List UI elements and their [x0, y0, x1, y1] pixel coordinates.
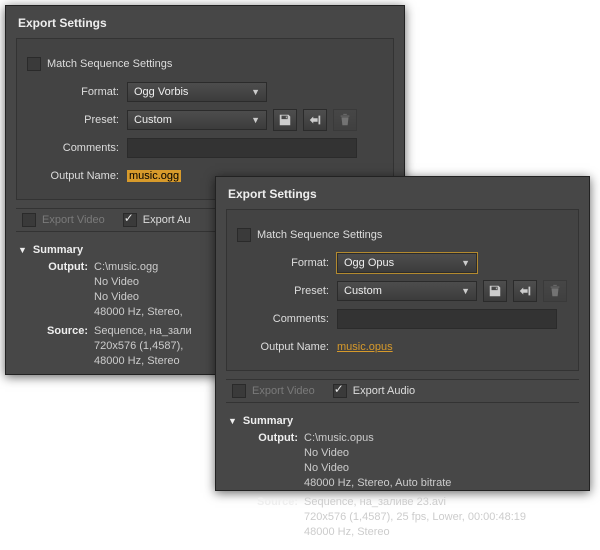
format-label: Format:: [237, 257, 337, 269]
import-icon: [308, 113, 322, 127]
export-audio-checkbox[interactable]: Export Audio: [333, 384, 415, 398]
comments-input[interactable]: [337, 309, 557, 329]
checkbox-checked-icon: [333, 384, 347, 398]
summary-source-key: Source:: [246, 495, 298, 510]
checkbox-icon: [27, 57, 41, 71]
format-value: Ogg Opus: [344, 257, 394, 269]
triangle-down-icon: ▼: [228, 416, 237, 426]
settings-group: Match Sequence Settings Format: Ogg Opus…: [226, 209, 579, 371]
export-audio-checkbox[interactable]: Export Au: [123, 213, 191, 227]
save-icon: [278, 113, 292, 127]
summary-output-line: No Video: [246, 461, 577, 476]
export-av-row: Export Video Export Audio: [226, 379, 579, 403]
comments-input[interactable]: [127, 138, 357, 158]
format-dropdown[interactable]: Ogg Vorbis ▼: [127, 82, 267, 102]
output-name-label: Output Name:: [237, 341, 337, 353]
preset-label: Preset:: [27, 114, 127, 126]
match-sequence-label: Match Sequence Settings: [47, 58, 172, 70]
comments-label: Comments:: [27, 142, 127, 154]
match-sequence-checkbox[interactable]: Match Sequence Settings: [237, 228, 382, 242]
summary-output-line: C:\music.ogg: [94, 261, 158, 273]
comments-label: Comments:: [237, 313, 337, 325]
export-video-checkbox: Export Video: [232, 384, 315, 398]
summary-source-key: Source:: [36, 324, 88, 339]
trash-icon: [338, 113, 352, 127]
preset-label: Preset:: [237, 285, 337, 297]
preset-dropdown[interactable]: Custom ▼: [337, 281, 477, 301]
checkbox-checked-icon: [123, 213, 137, 227]
output-name-link[interactable]: music.ogg: [127, 170, 181, 182]
output-name-link[interactable]: music.opus: [337, 341, 393, 353]
import-icon: [518, 284, 532, 298]
summary-header[interactable]: ▼ Summary: [216, 409, 589, 429]
summary-body: Output: C:\music.opus No Video No Video 4…: [216, 429, 589, 550]
summary-source-line: 48000 Hz, Stereo: [246, 525, 577, 540]
import-preset-button[interactable]: [303, 109, 327, 131]
summary-output-key: Output:: [246, 431, 298, 446]
panel-title: Export Settings: [6, 6, 404, 36]
chevron-down-icon: ▼: [251, 87, 260, 97]
export-settings-panel-2: Export Settings Match Sequence Settings …: [215, 176, 590, 491]
delete-preset-button[interactable]: [333, 109, 357, 131]
format-dropdown[interactable]: Ogg Opus ▼: [337, 253, 477, 273]
checkbox-icon: [232, 384, 246, 398]
format-value: Ogg Vorbis: [134, 86, 188, 98]
chevron-down-icon: ▼: [461, 258, 470, 268]
export-audio-label: Export Audio: [353, 385, 415, 397]
match-sequence-label: Match Sequence Settings: [257, 229, 382, 241]
summary-source-line: Sequence, на_заливе 23.avi: [304, 496, 446, 508]
save-preset-button[interactable]: [483, 280, 507, 302]
save-preset-button[interactable]: [273, 109, 297, 131]
summary-source-line: 720x576 (1,4587), 25 fps, Lower, 00:00:4…: [246, 510, 577, 525]
format-label: Format:: [27, 86, 127, 98]
export-video-label: Export Video: [42, 214, 105, 226]
summary-label: Summary: [33, 244, 83, 256]
delete-preset-button[interactable]: [543, 280, 567, 302]
checkbox-icon: [237, 228, 251, 242]
import-preset-button[interactable]: [513, 280, 537, 302]
chevron-down-icon: ▼: [251, 115, 260, 125]
preset-dropdown[interactable]: Custom ▼: [127, 110, 267, 130]
preset-value: Custom: [134, 114, 172, 126]
match-sequence-checkbox[interactable]: Match Sequence Settings: [27, 57, 172, 71]
checkbox-icon: [22, 213, 36, 227]
export-audio-label: Export Au: [143, 214, 191, 226]
save-icon: [488, 284, 502, 298]
summary-output-line: C:\music.opus: [304, 432, 374, 444]
summary-output-line: 48000 Hz, Stereo, Auto bitrate: [246, 476, 577, 491]
summary-output-line: No Video: [246, 446, 577, 461]
summary-source-line: Sequence, на_зали: [94, 325, 192, 337]
preset-value: Custom: [344, 285, 382, 297]
export-video-checkbox: Export Video: [22, 213, 105, 227]
summary-output-key: Output:: [36, 260, 88, 275]
chevron-down-icon: ▼: [461, 286, 470, 296]
triangle-down-icon: ▼: [18, 245, 27, 255]
summary-label: Summary: [243, 415, 293, 427]
export-video-label: Export Video: [252, 385, 315, 397]
trash-icon: [548, 284, 562, 298]
panel-title: Export Settings: [216, 177, 589, 207]
output-name-label: Output Name:: [27, 170, 127, 182]
